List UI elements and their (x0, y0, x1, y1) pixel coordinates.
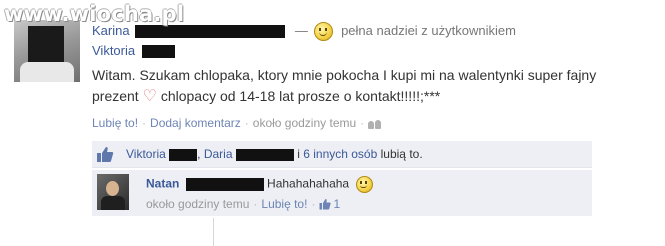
likes-others-link[interactable]: 6 innych osób (303, 147, 377, 161)
smiley-icon (314, 22, 334, 41)
author-avatar[interactable] (14, 20, 80, 82)
post-text: Witam. Szukam chlopaka, ktory mnie pokoc… (92, 65, 612, 107)
likes-comma: , (197, 147, 201, 161)
smiley-icon (356, 176, 374, 193)
redaction-bar (141, 45, 175, 59)
tagged-name[interactable]: Viktoria (92, 43, 135, 58)
comment-text: Hahahahahaha (267, 176, 350, 191)
comment-like-count[interactable]: 1 (333, 197, 340, 211)
thumbs-up-icon (319, 199, 332, 210)
feeling-dash: — (294, 22, 308, 38)
likes-suffix: lubią to. (380, 147, 423, 161)
tagged-user: Viktoria (92, 43, 175, 59)
liker-name-2[interactable]: Daria (204, 147, 233, 161)
commenter-avatar[interactable] (97, 174, 129, 210)
likes-conj: i (297, 147, 300, 161)
audience-icon[interactable] (368, 119, 384, 129)
redaction-bar (185, 178, 264, 191)
like-link[interactable]: Lubię to! (92, 116, 138, 130)
post-actions: Lubię to! · Dodaj komentarz · około godziny … (92, 116, 384, 130)
thumbs-up-icon (97, 147, 114, 162)
avatar-body (101, 196, 125, 210)
liker-name-1[interactable]: Viktoria (126, 147, 166, 161)
comment-item: Natan Hahahahahaha około godziny temu · Lu… (92, 170, 592, 216)
heart-icon: ♡ (142, 88, 157, 105)
comment-time: około godziny temu (146, 197, 250, 211)
add-comment-link[interactable]: Dodaj komentarz (150, 116, 241, 130)
avatar-head (106, 181, 119, 196)
feeling-text: pełna nadziei z użytkownikiem (341, 22, 516, 38)
divider-line (213, 218, 214, 246)
comment-like-link[interactable]: Lubię to! (261, 197, 307, 211)
likes-summary: Viktoria , Daria i 6 innych osób lubią t… (92, 141, 592, 168)
avatar-shirt (20, 62, 74, 82)
post-text-part2: chlopacy od 14-18 lat prosze o kontakt!!… (160, 88, 441, 104)
post-time: około godziny temu (252, 116, 357, 130)
redaction-bar (235, 148, 294, 161)
commenter-name[interactable]: Natan (146, 177, 179, 191)
watermark: www.wiocha.pl (4, 2, 185, 26)
redaction-bar (135, 25, 286, 38)
redaction-bar (169, 148, 198, 161)
